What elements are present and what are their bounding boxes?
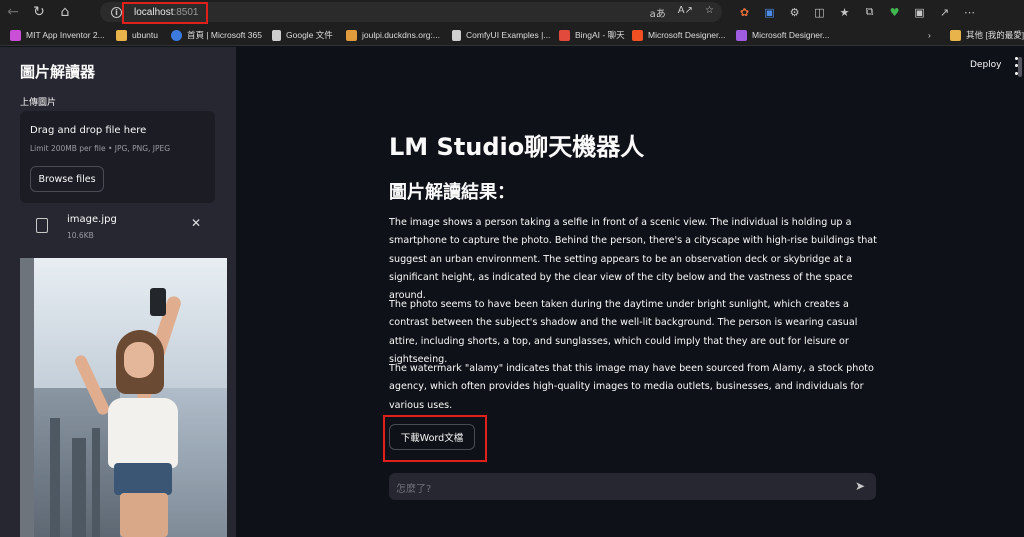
bookmark-item[interactable]: Google 文件 [272,24,333,46]
page-title: LM Studio聊天機器人 [389,133,645,161]
result-paragraph: The image shows a person taking a selfie… [389,217,877,302]
result-paragraph: The photo seems to have been taken durin… [389,299,858,365]
folder-icon [116,29,127,41]
home-icon[interactable]: ⌂ [52,0,78,24]
upload-label: 上傳圖片 [20,98,57,108]
folder-icon [950,29,961,41]
deploy-button[interactable]: Deploy [970,60,1002,70]
bookmark-icon [10,29,21,41]
bookmark-item[interactable]: Microsoft Designer... [736,24,829,46]
bookmark-item[interactable]: joulpi.duckdns.org:... [346,24,440,46]
favorite-star-icon[interactable]: ☆ [705,5,714,20]
bookmark-item[interactable]: 其他 [我的最愛] [950,24,1024,46]
bing-icon [559,29,570,41]
bookmark-item[interactable]: Microsoft Designer... [632,24,725,46]
main-content: Deploy LM Studio聊天機器人 圖片解讀結果： The image … [236,47,1024,537]
bookmarks-overflow-chevron-icon[interactable]: › [928,24,931,46]
image-preview [20,258,227,537]
file-dropzone[interactable]: Drag and drop file here Limit 200MB per … [20,111,215,203]
browse-files-button[interactable]: Browse files [30,166,104,192]
extension-icon[interactable]: ✿ [732,0,757,24]
favorites-icon[interactable]: ★ [832,0,857,24]
site-info-icon[interactable]: i [111,6,122,18]
translate-icon[interactable]: ▣ [757,0,782,24]
highlight-box-url [122,2,208,24]
microsoft365-icon [171,29,182,41]
send-icon[interactable]: ➤ [855,479,865,493]
puzzle-icon[interactable]: ⚙ [782,0,807,24]
file-size: 10.6KB [67,231,94,240]
split-screen-icon[interactable]: ◫ [807,0,832,24]
file-name: image.jpg [67,214,117,225]
file-icon [36,218,48,233]
result-heading: 圖片解讀結果： [389,182,515,203]
read-aloud-icon[interactable]: aあ [650,5,666,20]
bookmark-item[interactable]: BingAI - 聊天 [559,24,625,46]
designer-icon [736,29,747,41]
screenshot-icon[interactable]: ▣ [907,0,932,24]
scrollbar[interactable] [1018,57,1022,77]
remove-file-icon[interactable]: ✕ [191,216,201,230]
sidebar-title: 圖片解讀器 [20,63,96,81]
health-icon[interactable]: ♥ [882,0,907,24]
reader-icon[interactable]: A↗ [678,5,693,20]
chat-input[interactable]: 怎麼了? ➤ [389,473,876,500]
download-word-button[interactable]: 下載Word文檔 [389,424,475,450]
bookmark-item[interactable]: ComfyUI Examples |... [452,24,550,46]
bookmarks-bar: MIT App Inventor 2... ubuntu 首頁 | Micros… [0,24,1024,46]
dropzone-title: Drag and drop file here [30,125,147,136]
bookmark-item[interactable]: ubuntu [116,24,158,46]
site-icon [346,29,357,41]
more-icon[interactable]: ⋯ [957,0,982,24]
address-bar-actions: aあ A↗ ☆ [650,5,714,20]
share-icon[interactable]: ↗ [932,0,957,24]
document-icon [272,29,281,41]
back-arrow-icon[interactable]: ← [0,0,26,24]
bookmark-item[interactable]: 首頁 | Microsoft 365 [171,24,262,46]
collections-icon[interactable]: ⧉ [857,0,882,24]
result-paragraph: The watermark "alamy" indicates that thi… [389,363,874,411]
microsoft-icon [632,29,643,41]
reload-icon[interactable]: ↻ [26,0,52,24]
chat-placeholder: 怎麼了? [396,484,432,495]
uploaded-file: image.jpg 10.6KB ✕ [20,210,220,246]
sidebar: 圖片解讀器 上傳圖片 Drag and drop file here Limit… [0,47,236,537]
extension-bar: ✿ ▣ ⚙ ◫ ★ ⧉ ♥ ▣ ↗ ⋯ [732,0,982,24]
bookmark-item[interactable]: MIT App Inventor 2... [10,24,105,46]
document-icon [452,29,461,41]
dropzone-limit: Limit 200MB per file • JPG, PNG, JPEG [30,144,171,153]
